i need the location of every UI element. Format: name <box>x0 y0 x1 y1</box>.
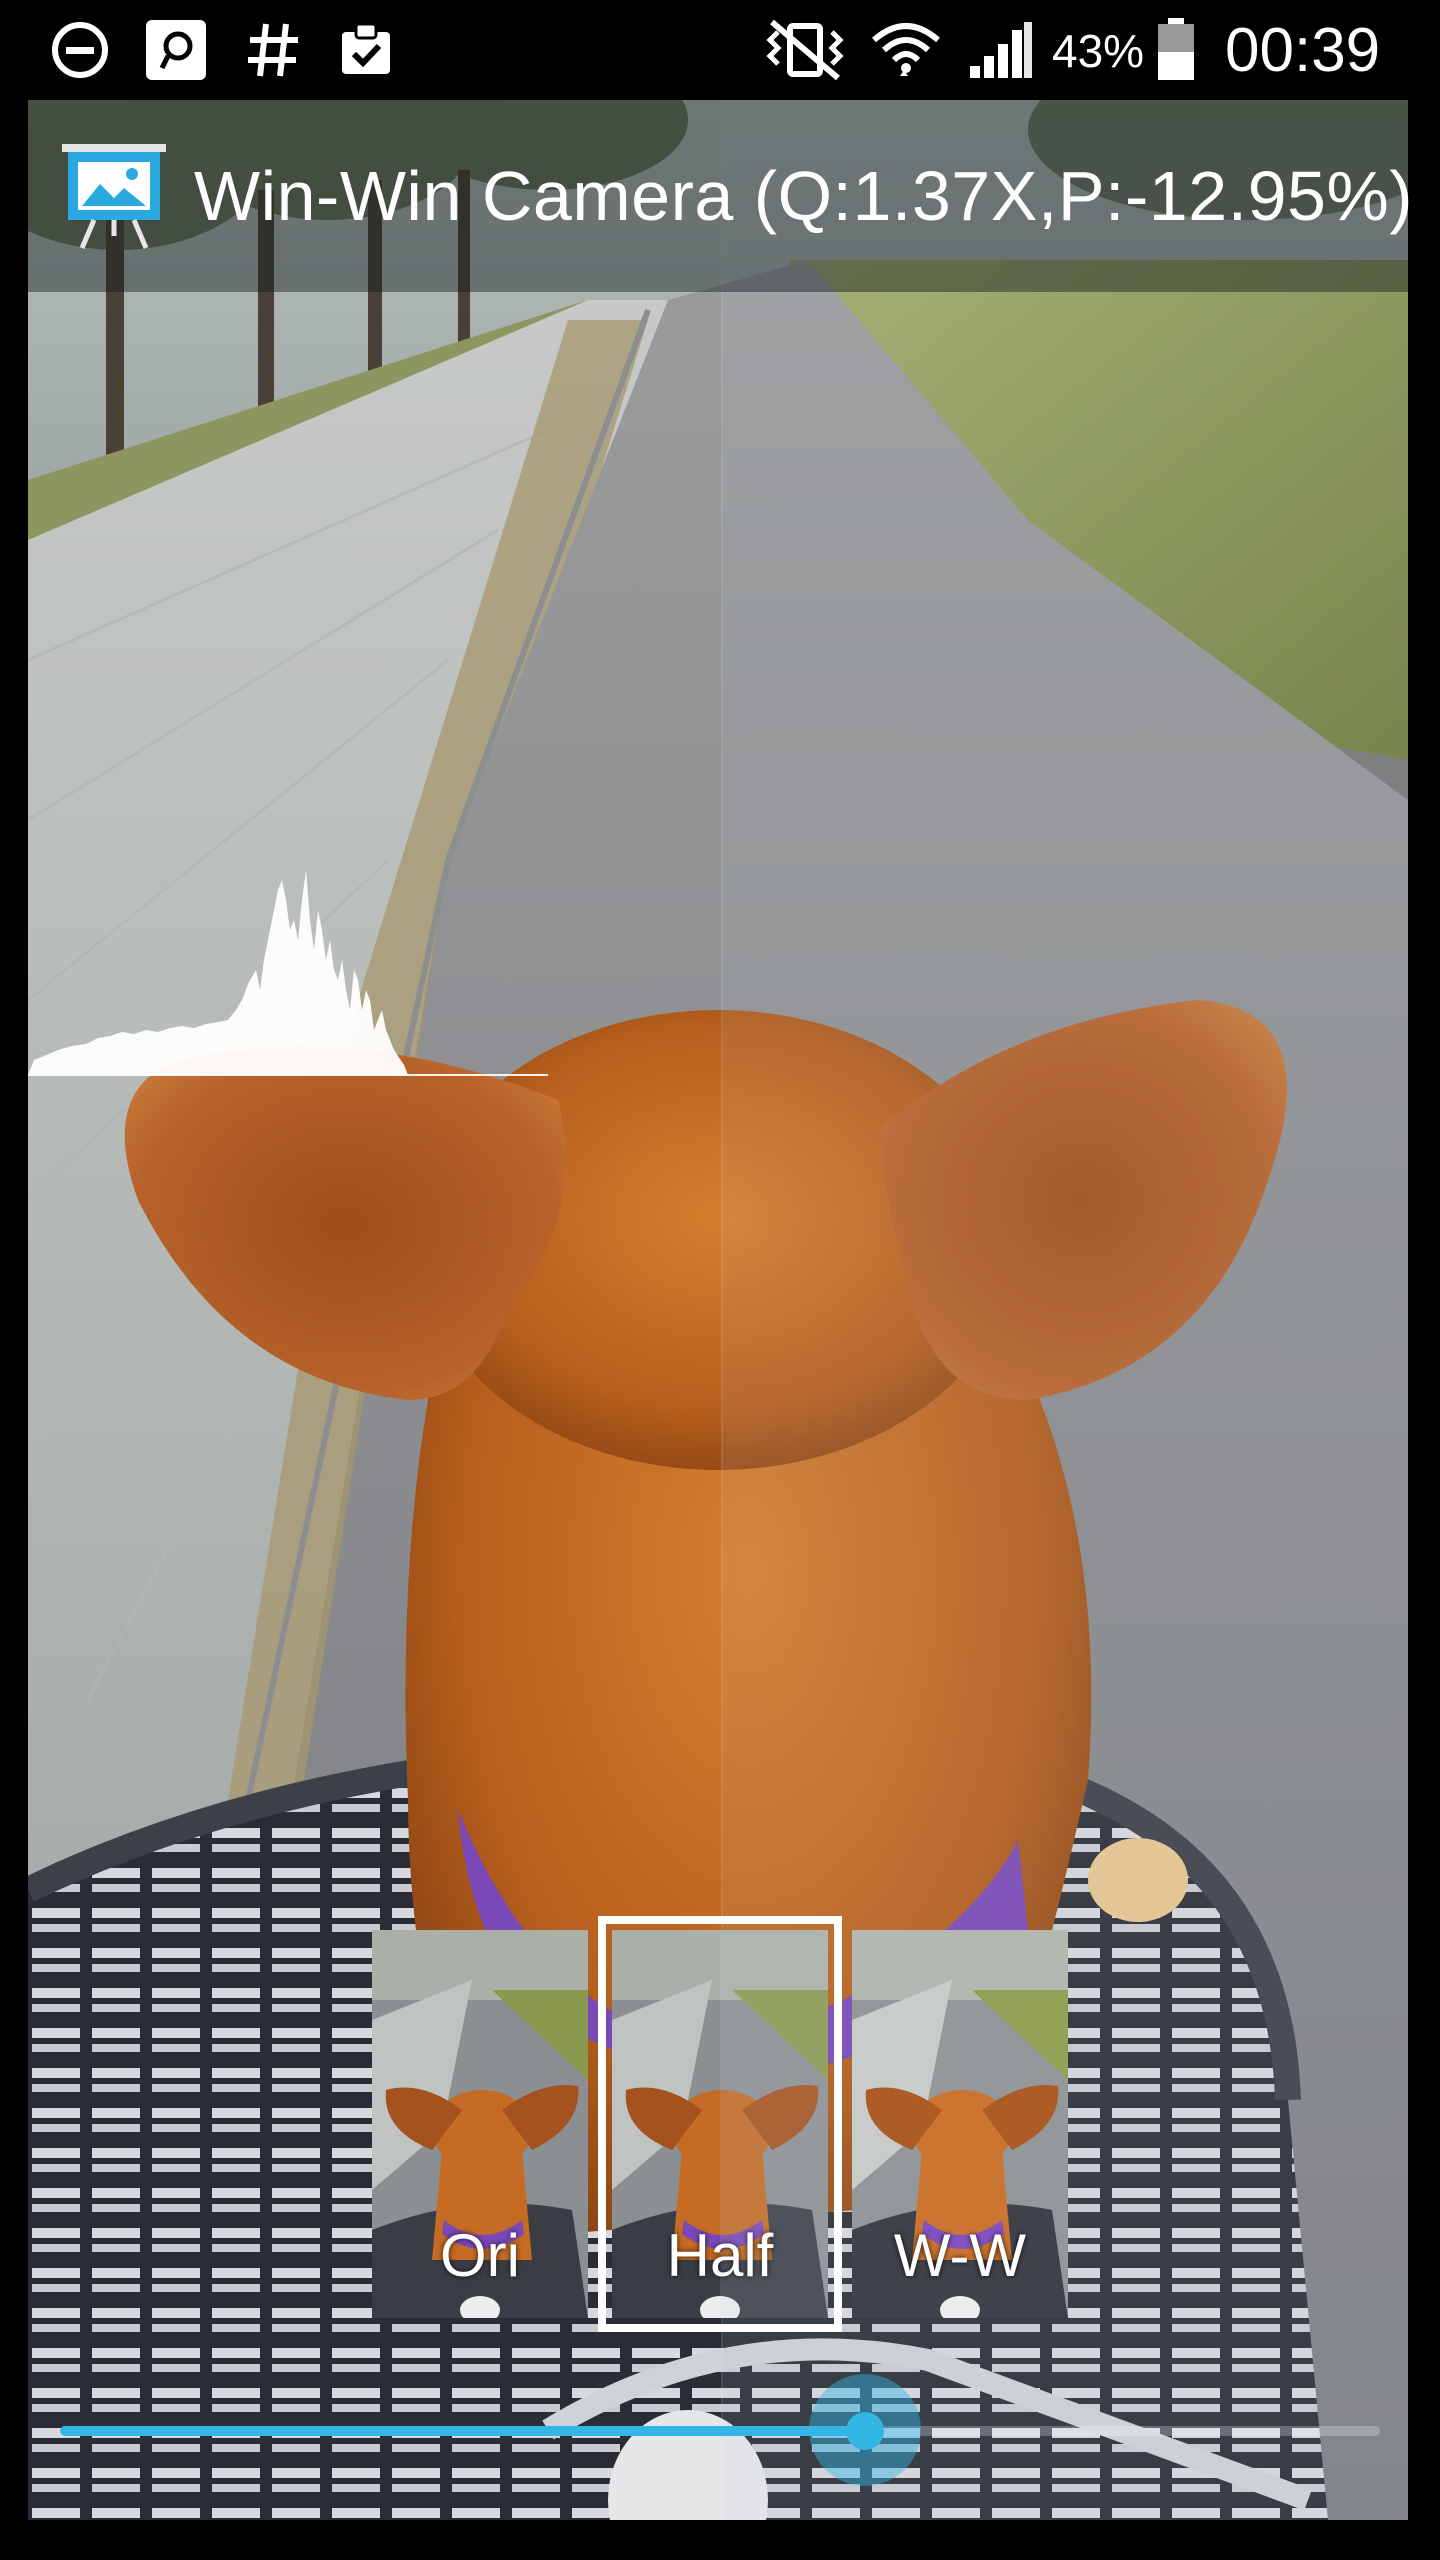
wifi-icon <box>870 18 942 82</box>
presentation-picture-icon[interactable] <box>58 140 170 252</box>
battery-percent: 43% <box>1052 25 1145 77</box>
mode-ori-label: Ori <box>440 2222 520 2289</box>
mode-half-thumbnail[interactable]: Half <box>598 1916 842 2332</box>
camera-screen: 43% 00:39 Win-Win Camera (Q:1.37X,P:-12.… <box>0 0 1440 2560</box>
do-not-disturb-icon <box>48 18 112 82</box>
mode-half-label: Half <box>666 2222 774 2289</box>
vibrate-mute-icon <box>758 18 852 82</box>
cell-signal-icon <box>966 18 1034 82</box>
app-title: Win-Win Camera (Q:1.37X,P:-12.95%) <box>194 157 1414 235</box>
status-bar: 43% 00:39 <box>0 0 1440 100</box>
clock: 00:39 <box>1225 16 1381 85</box>
mode-ww-label: W-W <box>893 2222 1027 2289</box>
compensation-slider[interactable] <box>60 2374 1380 2486</box>
clipboard-check-icon <box>334 18 398 82</box>
mode-selector: Ori Half W-W <box>372 1916 1072 2332</box>
slider-fill <box>60 2426 866 2436</box>
slider-thumb[interactable] <box>846 2412 885 2450</box>
ring-chat-icon <box>144 18 208 82</box>
hashtag-icon <box>244 18 304 82</box>
action-bar: Win-Win Camera (Q:1.37X,P:-12.95%) <box>28 100 1413 292</box>
battery-icon <box>1156 18 1196 82</box>
mode-ww-thumbnail[interactable]: W-W <box>852 1930 1068 2318</box>
luminance-histogram <box>28 870 548 1076</box>
mode-ori-thumbnail[interactable]: Ori <box>372 1930 588 2318</box>
bottom-bar <box>0 2520 1440 2560</box>
